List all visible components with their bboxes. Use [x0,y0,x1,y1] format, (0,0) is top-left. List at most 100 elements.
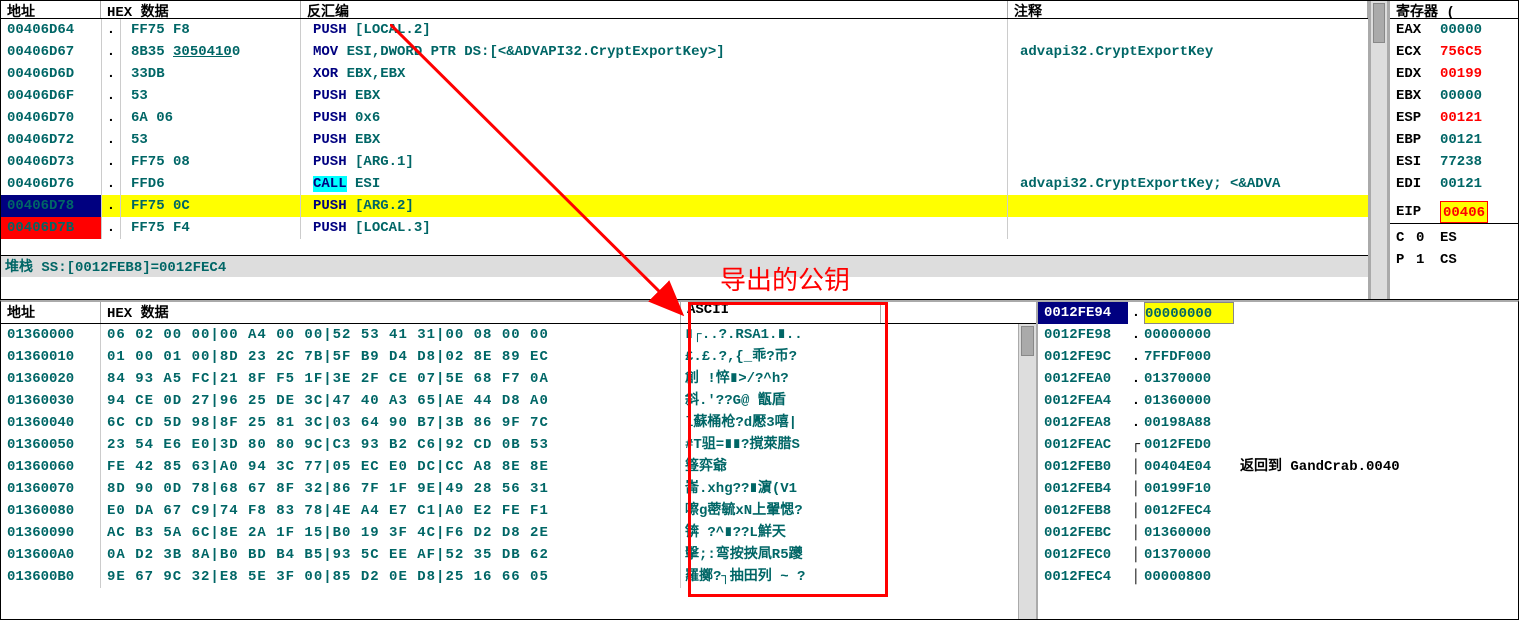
hex-row[interactable]: 013600B09E 67 9C 32|E8 5E 3F 00|85 D2 0E… [1,566,1036,588]
flag-row[interactable]: C0ES [1390,227,1518,249]
addr-cell: 00406D64 [1,19,101,41]
asm-cell: PUSH [ARG.1] [301,151,1008,173]
addr-cell: 00406D73 [1,151,101,173]
stack-row[interactable]: 0012FEB0│00404E04返回到 GandCrab.0040 [1038,456,1518,478]
hex-col-ascii[interactable]: ASCII [681,302,881,323]
comment-cell [1008,129,1368,151]
stack-row[interactable]: 0012FE98.00000000 [1038,324,1518,346]
hex-cell: FF75 0C [121,195,301,217]
register-row[interactable]: ESP00121 [1390,107,1518,129]
hex-header: 地址 HEX 数据 ASCII [1,302,1036,324]
hex-col-bytes[interactable]: HEX 数据 [101,302,681,323]
comment-cell [1008,107,1368,129]
register-row[interactable]: ESI77238 [1390,151,1518,173]
stack-row[interactable]: 0012FEB4│00199F10 [1038,478,1518,500]
hex-row[interactable]: 0136002084 93 A5 FC|21 8F F5 1F|3E 2F CE… [1,368,1036,390]
register-row[interactable]: EDI00121 [1390,173,1518,195]
hex-cell: 8B35 30504100 [121,41,301,63]
comment-cell: advapi32.CryptExportKey [1008,41,1368,63]
asm-cell: PUSH EBX [301,85,1008,107]
register-row[interactable]: EBP00121 [1390,129,1518,151]
registers-panel[interactable]: 寄存器 ( EAX00000ECX756C5EDX00199EBX00000ES… [1388,1,1518,299]
disasm-row[interactable]: 00406D78.FF75 0CPUSH [ARG.2] [1,195,1368,217]
addr-cell: 00406D6D [1,63,101,85]
stack-row[interactable]: 0012FEAC┌0012FED0 [1038,434,1518,456]
disasm-row[interactable]: 00406D7B.FF75 F4PUSH [LOCAL.3] [1,217,1368,239]
stack-row[interactable]: 0012FEBC│01360000 [1038,522,1518,544]
comment-cell [1008,63,1368,85]
comment-cell [1008,217,1368,239]
addr-cell: 00406D6F [1,85,101,107]
addr-cell: 00406D78 [1,195,101,217]
hex-cell: FF75 F8 [121,19,301,41]
col-hex[interactable]: HEX 数据 [101,1,301,18]
disasm-row[interactable]: 00406D6D.33DBXOR EBX,EBX [1,63,1368,85]
hex-row[interactable]: 0136003094 CE 0D 27|96 25 DE 3C|47 40 A3… [1,390,1036,412]
register-row[interactable]: EDX00199 [1390,63,1518,85]
comment-cell: advapi32.CryptExportKey; <&ADVA [1008,173,1368,195]
stack-info-bar: 堆栈 SS:[0012FEB8]=0012FEC4 [1,255,1368,277]
disasm-row[interactable]: 00406D6F.53PUSH EBX [1,85,1368,107]
stack-row[interactable]: 0012FEB8│0012FEC4 [1038,500,1518,522]
hex-row[interactable]: 0136001001 00 01 00|8D 23 2C 7B|5F B9 D4… [1,346,1036,368]
stack-dump-panel[interactable]: 0012FE94.000000000012FE98.000000000012FE… [1038,302,1518,619]
hex-row[interactable]: 013600406C CD 5D 98|8F 25 81 3C|03 64 90… [1,412,1036,434]
register-row[interactable]: ECX756C5 [1390,41,1518,63]
disassembly-panel[interactable]: 地址 HEX 数据 反汇编 注释 00406D64.FF75 F8PUSH [L… [1,1,1370,299]
registers-header: 寄存器 ( [1390,1,1518,19]
disasm-row[interactable]: 00406D76.FFD6CALL ESIadvapi32.CryptExpor… [1,173,1368,195]
annotation-label: 导出的公钥 [720,260,850,297]
asm-cell: MOV ESI,DWORD PTR DS:[<&ADVAPI32.CryptEx… [301,41,1008,63]
comment-cell [1008,195,1368,217]
hex-row[interactable]: 01360060FE 42 85 63|A0 94 3C 77|05 EC E0… [1,456,1036,478]
addr-cell: 00406D7B [1,217,101,239]
hex-row[interactable]: 013600A00A D2 3B 8A|B0 BD B4 B5|93 5C EE… [1,544,1036,566]
disasm-scrollbar[interactable] [1370,1,1388,299]
hex-col-addr[interactable]: 地址 [1,302,101,323]
hex-row[interactable]: 013600708D 90 0D 78|68 67 8F 32|86 7F 1F… [1,478,1036,500]
disasm-row[interactable]: 00406D72.53PUSH EBX [1,129,1368,151]
hex-cell: FF75 08 [121,151,301,173]
addr-cell: 00406D70 [1,107,101,129]
hex-row[interactable]: 01360090AC B3 5A 6C|8E 2A 1F 15|B0 19 3F… [1,522,1036,544]
stack-row[interactable]: 0012FEA8.00198A88 [1038,412,1518,434]
hex-scrollbar[interactable] [1018,324,1036,619]
disasm-row[interactable]: 00406D64.FF75 F8PUSH [LOCAL.2] [1,19,1368,41]
comment-cell [1008,85,1368,107]
col-address[interactable]: 地址 [1,1,101,18]
col-disasm[interactable]: 反汇编 [301,1,1008,18]
register-eip[interactable]: EIP 00406 [1390,201,1518,223]
register-row[interactable]: EBX00000 [1390,85,1518,107]
hex-row[interactable]: 0136000006 02 00 00|00 A4 00 00|52 53 41… [1,324,1036,346]
disasm-header: 地址 HEX 数据 反汇编 注释 [1,1,1368,19]
disasm-row[interactable]: 00406D70.6A 06PUSH 0x6 [1,107,1368,129]
hex-cell: 33DB [121,63,301,85]
hex-row[interactable]: 01360080E0 DA 67 C9|74 F8 83 78|4E A4 E7… [1,500,1036,522]
stack-row[interactable]: 0012FEC0│01370000 [1038,544,1518,566]
col-comment[interactable]: 注释 [1008,1,1368,18]
stack-row[interactable]: 0012FEA0.01370000 [1038,368,1518,390]
hex-cell: 53 [121,85,301,107]
disasm-rows[interactable]: 00406D64.FF75 F8PUSH [LOCAL.2]00406D67.8… [1,19,1368,255]
disasm-row[interactable]: 00406D73.FF75 08PUSH [ARG.1] [1,151,1368,173]
stack-row[interactable]: 0012FEA4.01360000 [1038,390,1518,412]
stack-row[interactable]: 0012FE9C.7FFDF000 [1038,346,1518,368]
hex-cell: FFD6 [121,173,301,195]
asm-cell: CALL ESI [301,173,1008,195]
asm-cell: PUSH [LOCAL.2] [301,19,1008,41]
register-row[interactable]: EAX00000 [1390,19,1518,41]
flag-row[interactable]: P1CS [1390,249,1518,271]
disasm-row[interactable]: 00406D67.8B35 30504100MOV ESI,DWORD PTR … [1,41,1368,63]
hex-dump-panel[interactable]: 地址 HEX 数据 ASCII 0136000006 02 00 00|00 A… [1,302,1038,619]
hex-cell: FF75 F4 [121,217,301,239]
asm-cell: PUSH 0x6 [301,107,1008,129]
hex-row[interactable]: 0136005023 54 E6 E0|3D 80 80 9C|C3 93 B2… [1,434,1036,456]
addr-cell: 00406D72 [1,129,101,151]
stack-row[interactable]: 0012FE94.00000000 [1038,302,1518,324]
stack-row[interactable]: 0012FEC4│00000800 [1038,566,1518,588]
comment-cell [1008,151,1368,173]
hex-cell: 6A 06 [121,107,301,129]
hex-cell: 53 [121,129,301,151]
asm-cell: PUSH [ARG.2] [301,195,1008,217]
asm-cell: PUSH [LOCAL.3] [301,217,1008,239]
